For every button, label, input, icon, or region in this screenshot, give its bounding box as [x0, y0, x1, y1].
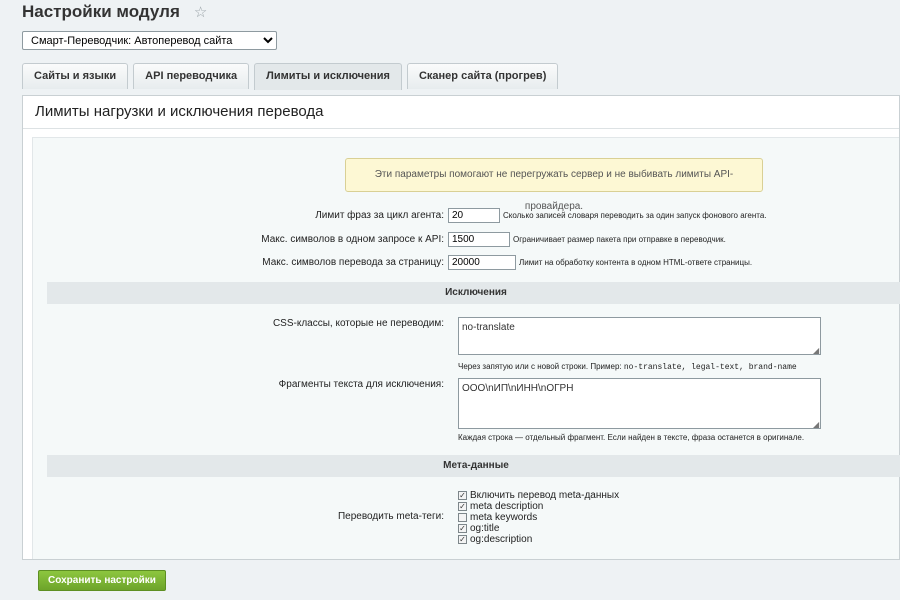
checkbox-meta-keywords[interactable] [458, 512, 467, 522]
exclusions-heading: Исключения [47, 282, 900, 304]
limit-request-chars-label: Макс. символов в одном запросе к API: [261, 234, 444, 245]
meta-option-keywords[interactable]: meta keywords [458, 511, 538, 523]
meta-tags-label: Переводить meta-теги: [337, 511, 444, 522]
limit-phrases-label: Лимит фраз за цикл агента: [315, 210, 444, 221]
tab-api-translator[interactable]: API переводчика [133, 63, 250, 89]
settings-panel: Лимиты нагрузки и исключения перевода Эт… [22, 95, 900, 560]
settings-form: Эти параметры помогают не перегружать се… [32, 137, 900, 559]
meta-option-label: og:title [470, 522, 500, 534]
limit-phrases-input[interactable] [448, 208, 500, 223]
divider [23, 128, 899, 129]
css-classes-hint: Через запятую или с новой строки. Пример… [458, 362, 797, 372]
limit-request-chars-hint: Ограничивает размер пакета при отправке … [513, 235, 726, 244]
limit-page-chars-hint: Лимит на обработку контента в одном HTML… [519, 258, 753, 267]
tab-sites-languages[interactable]: Сайты и языки [22, 63, 129, 89]
text-fragments-label: Фрагменты текста для исключения: [278, 379, 444, 390]
meta-option-label: og:description [470, 533, 533, 545]
limit-page-chars-input[interactable] [448, 255, 516, 270]
page-title-text: Настройки модуля [22, 2, 180, 21]
meta-option-label: meta keywords [470, 511, 538, 523]
css-classes-label: CSS-классы, которые не переводим: [272, 318, 444, 329]
star-icon[interactable]: ☆ [194, 3, 207, 21]
module-select[interactable]: Смарт-Переводчик: Автоперевод сайта [22, 31, 277, 50]
limit-phrases-hint: Сколько записей словаря переводить за од… [503, 211, 767, 220]
checkbox-og-description[interactable]: ✓ [458, 534, 467, 544]
meta-option-label: meta description [470, 500, 544, 512]
meta-heading: Мета-данные [47, 455, 900, 477]
page-title: Настройки модуля ☆ [22, 2, 207, 22]
checkbox-enable-meta[interactable]: ✓ [458, 490, 467, 500]
tab-site-scanner[interactable]: Сканер сайта (прогрев) [406, 63, 559, 89]
meta-option-description[interactable]: ✓ meta description [458, 500, 544, 512]
css-classes-textarea[interactable]: no-translate [458, 317, 821, 355]
panel-title: Лимиты нагрузки и исключения перевода [35, 103, 324, 120]
css-classes-hint-text: Через запятую или с новой строки. Пример… [458, 362, 622, 371]
text-fragments-textarea[interactable]: ООО\nИП\nИНН\nОГРН [458, 378, 821, 429]
tab-limits-exclusions[interactable]: Лимиты и исключения [254, 63, 402, 90]
css-classes-hint-example: no-translate, legal-text, brand-name [623, 363, 797, 372]
resize-handle-icon[interactable]: ◢ [813, 347, 820, 355]
checkbox-og-title[interactable]: ✓ [458, 523, 467, 533]
limit-page-chars-label: Макс. символов перевода за страницу: [262, 257, 444, 268]
meta-option-enable[interactable]: ✓ Включить перевод meta-данных [458, 489, 620, 501]
info-notice: Эти параметры помогают не перегружать се… [345, 158, 763, 212]
text-fragments-hint: Каждая строка — отдельный фрагмент. Если… [458, 433, 805, 442]
meta-option-label: Включить перевод meta-данных [470, 489, 620, 501]
resize-handle-icon[interactable]: ◢ [813, 421, 820, 429]
save-settings-button[interactable]: Сохранить настройки [38, 570, 166, 591]
tab-bar: Сайты и языки API переводчика Лимиты и и… [22, 63, 559, 90]
meta-option-og-title[interactable]: ✓ og:title [458, 522, 500, 534]
checkbox-meta-description[interactable]: ✓ [458, 501, 467, 511]
limit-request-chars-input[interactable] [448, 232, 510, 247]
meta-option-og-description[interactable]: ✓ og:description [458, 533, 533, 545]
